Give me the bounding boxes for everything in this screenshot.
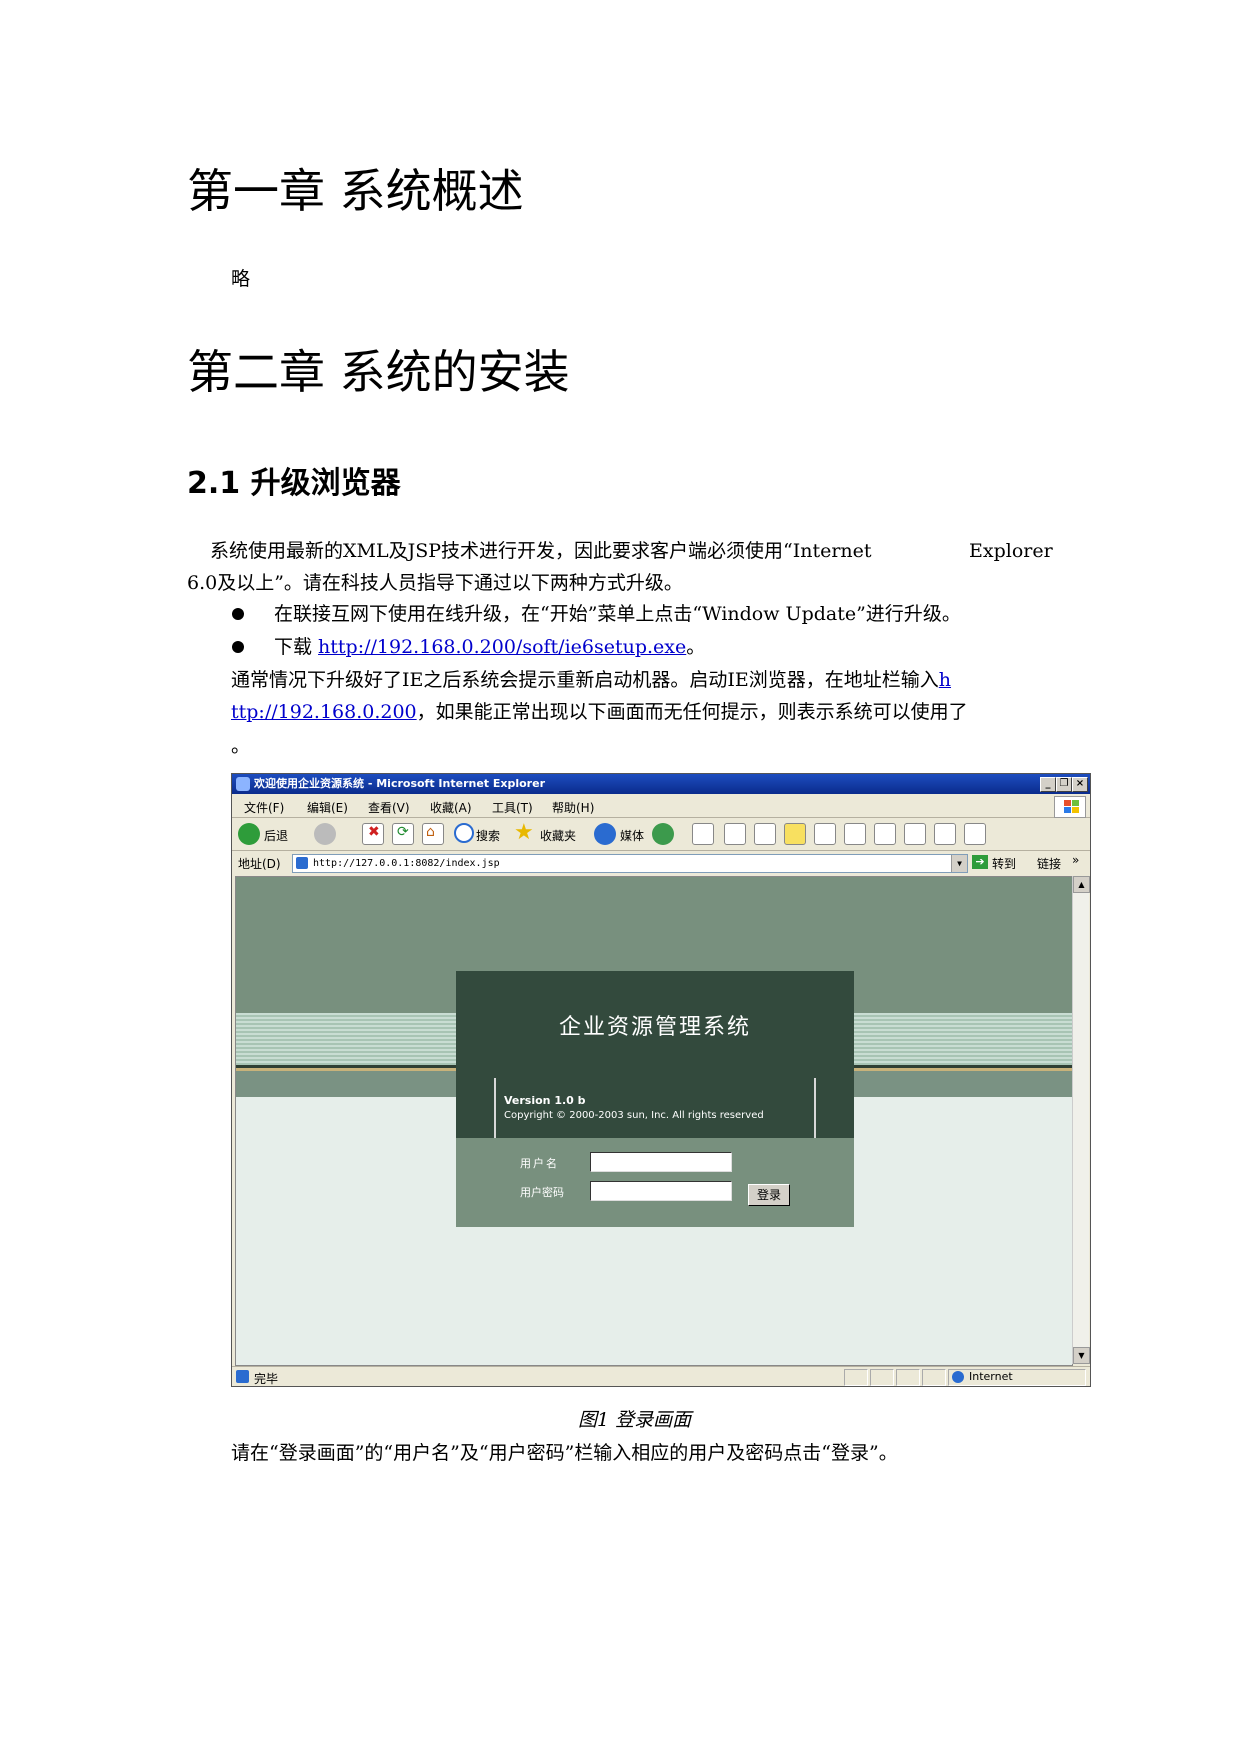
document-page: 第一章 系统概述 略 第二章 系统的安装 2.1 升级浏览器 系统使用最新的XM… bbox=[0, 0, 1241, 1754]
qq-icon[interactable] bbox=[934, 823, 956, 845]
history-icon[interactable] bbox=[652, 823, 674, 845]
windows-flag-icon bbox=[1054, 796, 1086, 818]
notes-icon[interactable] bbox=[784, 823, 806, 845]
menu-tools[interactable]: 工具(T) bbox=[492, 799, 533, 816]
minimize-icon[interactable]: _ bbox=[1040, 777, 1056, 792]
forward-icon[interactable] bbox=[314, 823, 336, 845]
back-button-label[interactable]: 后退 bbox=[264, 827, 288, 844]
menu-file[interactable]: 文件(F) bbox=[244, 799, 284, 816]
menu-bar: 文件(F) 编辑(E) 查看(V) 收藏(A) 工具(T) 帮助(H) bbox=[232, 795, 1090, 818]
zone-text: Internet bbox=[969, 1370, 1013, 1383]
intro-line2: 6.0及以上”。请在科技人员指导下通过以下两种方式升级。 bbox=[187, 572, 683, 594]
status-cell bbox=[844, 1369, 868, 1386]
title-bar: 欢迎使用企业资源系统 - Microsoft Internet Explorer… bbox=[232, 774, 1090, 794]
chevron-down-icon[interactable]: ▼ bbox=[951, 855, 967, 872]
figure-caption: 图1 登录画面 bbox=[578, 1409, 692, 1431]
divider-line bbox=[494, 1078, 496, 1138]
intro-line1-end: Explorer bbox=[969, 540, 1053, 562]
system-title: 企业资源管理系统 bbox=[558, 1015, 751, 1040]
tool-icon[interactable] bbox=[814, 823, 836, 845]
print-icon[interactable] bbox=[724, 823, 746, 845]
restore-icon[interactable]: ❐ bbox=[1056, 777, 1072, 792]
para-line1: 通常情况下升级好了IE之后系统会提示重新启动机器。启动IE浏览器，在地址栏输入h bbox=[231, 664, 951, 696]
favorites-button-label[interactable]: 收藏夹 bbox=[540, 827, 576, 844]
address-input[interactable]: http://127.0.0.1:8082/index.jsp ▼ bbox=[292, 854, 968, 873]
status-cell bbox=[870, 1369, 894, 1386]
address-link-part1[interactable]: h bbox=[939, 669, 951, 691]
login-form: 用户名 用户密码 登录 bbox=[456, 1138, 854, 1227]
menu-favorites[interactable]: 收藏(A) bbox=[430, 799, 472, 816]
bullet-dot bbox=[232, 641, 244, 653]
chapter1-body: 略 bbox=[231, 268, 251, 290]
go-arrow-icon[interactable]: ➔ bbox=[972, 855, 988, 869]
status-bar: 完毕 Internet bbox=[232, 1366, 1090, 1386]
bullet-item-download: 下载 http://192.168.0.200/soft/ie6setup.ex… bbox=[274, 631, 705, 663]
media-button-label[interactable]: 媒体 bbox=[620, 827, 644, 844]
tool-icon[interactable] bbox=[844, 823, 866, 845]
ie-icon bbox=[236, 777, 250, 791]
address-link-part2[interactable]: ttp://192.168.0.200 bbox=[231, 701, 417, 723]
edit-icon[interactable] bbox=[754, 823, 776, 845]
login-button[interactable]: 登录 bbox=[748, 1184, 790, 1206]
status-cell bbox=[922, 1369, 946, 1386]
download-prefix: 下载 bbox=[274, 636, 319, 658]
password-input[interactable] bbox=[590, 1181, 732, 1201]
close-icon[interactable]: × bbox=[1072, 777, 1088, 792]
download-suffix: 。 bbox=[686, 636, 706, 658]
tool-icon[interactable] bbox=[904, 823, 926, 845]
address-bar: 地址(D) http://127.0.0.1:8082/index.jsp ▼ … bbox=[232, 851, 1090, 875]
address-url: http://127.0.0.1:8082/index.jsp bbox=[313, 858, 500, 869]
status-cell bbox=[896, 1369, 920, 1386]
scroll-down-icon[interactable]: ▼ bbox=[1073, 1347, 1090, 1364]
search-button-label[interactable]: 搜索 bbox=[476, 827, 500, 844]
more-chevron-icon[interactable]: » bbox=[1072, 853, 1079, 867]
chapter1-title: 第一章 系统概述 bbox=[187, 164, 524, 218]
chapter2-title: 第二章 系统的安装 bbox=[187, 345, 570, 399]
globe-icon bbox=[952, 1371, 964, 1383]
after-caption-text: 请在“登录画面”的“用户名”及“用户密码”栏输入相应的用户及密码点击“登录”。 bbox=[231, 1442, 898, 1464]
para-text: ，如果能正常出现以下画面而无任何提示，则表示系统可以使用了 bbox=[416, 701, 968, 723]
section-title: 2.1 升级浏览器 bbox=[187, 466, 401, 501]
links-label[interactable]: 链接 bbox=[1037, 855, 1061, 872]
username-label: 用户名 bbox=[520, 1157, 559, 1170]
scroll-up-icon[interactable]: ▲ bbox=[1073, 876, 1090, 893]
login-header-panel: 企业资源管理系统 Version 1.0 b Copyright © 2000-… bbox=[456, 971, 854, 1138]
search-icon[interactable] bbox=[454, 823, 474, 843]
menu-view[interactable]: 查看(V) bbox=[368, 799, 410, 816]
zone-cell: Internet bbox=[948, 1369, 1086, 1386]
web-content: 企业资源管理系统 Version 1.0 b Copyright © 2000-… bbox=[235, 876, 1073, 1366]
bullet-item-online-update: 在联接互网下使用在线升级，在“开始”菜单上点击“Window Update”进行… bbox=[274, 603, 961, 625]
media-icon[interactable] bbox=[594, 823, 616, 845]
page-icon bbox=[296, 857, 308, 869]
bullet-dot bbox=[232, 608, 244, 620]
tool-icon[interactable] bbox=[874, 823, 896, 845]
menu-help[interactable]: 帮助(H) bbox=[552, 799, 594, 816]
favorites-icon[interactable]: ★ bbox=[514, 820, 534, 845]
window-title: 欢迎使用企业资源系统 - Microsoft Internet Explorer bbox=[254, 777, 545, 790]
messenger-icon[interactable] bbox=[964, 823, 986, 845]
home-icon[interactable]: ⌂ bbox=[422, 823, 444, 845]
version-text: Version 1.0 b bbox=[504, 1094, 586, 1107]
para-text: 通常情况下升级好了IE之后系统会提示重新启动机器。启动IE浏览器，在地址栏输入 bbox=[231, 669, 939, 691]
menu-edit[interactable]: 编辑(E) bbox=[307, 799, 348, 816]
address-label: 地址(D) bbox=[238, 857, 281, 871]
para-line3: 。 bbox=[231, 735, 251, 757]
mail-icon[interactable] bbox=[692, 823, 714, 845]
download-link[interactable]: http://192.168.0.200/soft/ie6setup.exe bbox=[318, 636, 686, 658]
go-button-label[interactable]: 转到 bbox=[992, 855, 1016, 872]
browser-screenshot: 欢迎使用企业资源系统 - Microsoft Internet Explorer… bbox=[231, 773, 1091, 1387]
divider-line bbox=[814, 1078, 816, 1138]
stop-icon[interactable]: ✖ bbox=[362, 823, 384, 845]
intro-line1: 系统使用最新的XML及JSP技术进行开发，因此要求客户端必须使用“Interne… bbox=[210, 540, 872, 562]
toolbar: 后退 ✖ ⟳ ⌂ 搜索 ★ 收藏夹 媒体 bbox=[232, 818, 1090, 851]
back-icon[interactable] bbox=[238, 823, 260, 845]
copyright-text: Copyright © 2000-2003 sun, Inc. All righ… bbox=[504, 1110, 764, 1121]
username-input[interactable] bbox=[590, 1152, 732, 1172]
para-line2: ttp://192.168.0.200，如果能正常出现以下画面而无任何提示，则表… bbox=[231, 696, 968, 728]
page-icon bbox=[236, 1370, 249, 1383]
status-text: 完毕 bbox=[254, 1372, 279, 1386]
vertical-scrollbar[interactable]: ▲ ▼ bbox=[1072, 876, 1090, 1364]
refresh-icon[interactable]: ⟳ bbox=[392, 823, 414, 845]
password-label: 用户密码 bbox=[520, 1186, 564, 1199]
